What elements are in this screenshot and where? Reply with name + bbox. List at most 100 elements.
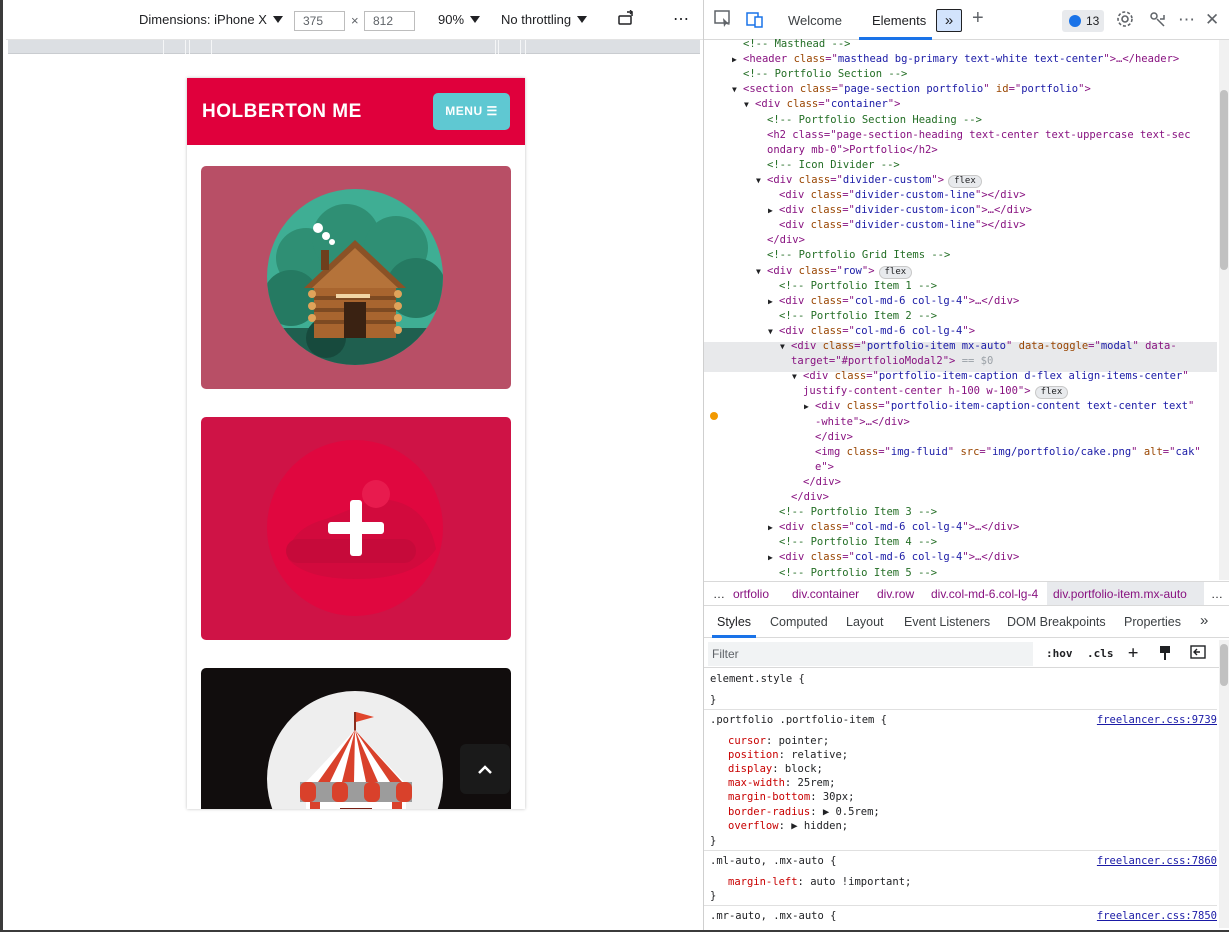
more-tabs-button[interactable]: » bbox=[936, 9, 962, 32]
dom-node[interactable]: ▶ <div class="col-md-6 col-lg-4">…</div> bbox=[768, 550, 1217, 565]
rule-selector[interactable]: .mr-auto, .mx-auto { bbox=[710, 909, 836, 923]
expand-arrow-icon[interactable]: ▶ bbox=[768, 550, 773, 565]
close-icon[interactable]: ✕ bbox=[1205, 10, 1219, 30]
dom-node[interactable]: ▼ <div class="col-md-6 col-lg-4"> bbox=[768, 324, 1217, 339]
dom-node[interactable]: target="#portfolioModal2"> == $0 bbox=[791, 354, 1217, 369]
expand-arrow-icon[interactable]: ▼ bbox=[780, 339, 785, 354]
css-declaration[interactable]: margin-bottom: 30px; bbox=[728, 790, 854, 804]
dom-comment-node[interactable]: <!-- Portfolio Grid Items --> bbox=[767, 248, 1217, 263]
dom-node[interactable]: ▼ <div class="row"> flex bbox=[756, 264, 1217, 279]
dom-node[interactable]: ▶ <div class="col-md-6 col-lg-4">…</div> bbox=[768, 520, 1217, 535]
css-declaration[interactable]: border-radius: ▶ 0.5rem; bbox=[728, 805, 880, 819]
dom-node[interactable]: ▼ <div class="container"> bbox=[744, 97, 1217, 112]
toggle-sidebar-icon[interactable] bbox=[1190, 645, 1206, 662]
height-input[interactable]: 812 bbox=[364, 11, 415, 31]
styles-filter-input[interactable]: Filter bbox=[708, 642, 1033, 666]
dom-comment-node[interactable]: <!-- Portfolio Item 2 --> bbox=[779, 309, 1217, 324]
rule-source-link[interactable]: freelancer.css:9739 bbox=[1097, 713, 1217, 727]
dom-comment-node[interactable]: <!-- Portfolio Item 1 --> bbox=[779, 279, 1217, 294]
dom-node[interactable]: </div> bbox=[803, 475, 1217, 490]
breadcrumb-item-selected[interactable]: div.portfolio-item.mx-auto bbox=[1053, 587, 1187, 601]
tab-properties[interactable]: Properties bbox=[1124, 615, 1181, 629]
media-query-ruler[interactable] bbox=[8, 40, 700, 54]
expand-arrow-icon[interactable]: ▼ bbox=[756, 173, 761, 188]
dom-node[interactable]: justify-content-center h-100 w-100"> flex bbox=[803, 384, 1217, 400]
dom-comment-node[interactable]: <!-- Portfolio Section --> bbox=[743, 67, 1217, 82]
dom-node[interactable]: ▶ <div class="divider-custom-icon">…</div… bbox=[768, 203, 1217, 218]
expand-arrow-icon[interactable]: ▼ bbox=[792, 369, 797, 384]
site-brand[interactable]: HOLBERTON ME bbox=[202, 101, 362, 123]
dom-node[interactable]: ▶ <div class="portfolio-item-caption-cont… bbox=[804, 399, 1217, 414]
rule-source-link[interactable]: freelancer.css:7850 bbox=[1097, 909, 1217, 923]
breadcrumb-item[interactable]: div.row bbox=[877, 587, 914, 601]
dom-node[interactable]: </div> bbox=[815, 430, 1217, 445]
dom-node[interactable]: </div> bbox=[791, 490, 1217, 505]
rule-selector[interactable]: .ml-auto, .mx-auto { bbox=[710, 854, 836, 868]
device-more-button[interactable]: ⋯ bbox=[673, 9, 689, 29]
rule-selector[interactable]: .portfolio .portfolio-item { bbox=[710, 713, 887, 727]
customize-icon[interactable] bbox=[1148, 10, 1166, 33]
dom-node[interactable]: ▼ <div class="portfolio-item mx-auto" dat… bbox=[780, 339, 1217, 354]
hov-toggle[interactable]: :hov bbox=[1046, 647, 1073, 660]
dom-node[interactable]: -white">…</div> bbox=[815, 415, 1217, 430]
dom-comment-node[interactable]: <!-- Portfolio Item 4 --> bbox=[779, 535, 1217, 550]
dom-node[interactable]: ondary mb-0">Portfolio</h2> bbox=[767, 143, 1217, 158]
menu-button[interactable]: MENU ☰ bbox=[433, 93, 510, 130]
add-tab-button[interactable]: + bbox=[972, 8, 984, 28]
dom-tree[interactable]: <!-- Masthead --> ▶ <header class="masthea… bbox=[704, 36, 1217, 580]
width-input[interactable]: 375 bbox=[294, 11, 345, 31]
tab-welcome[interactable]: Welcome bbox=[788, 13, 842, 28]
portfolio-item-cake[interactable] bbox=[201, 417, 511, 640]
flex-badge[interactable]: flex bbox=[1034, 386, 1069, 400]
throttling-select[interactable]: No throttling bbox=[501, 12, 588, 27]
cls-toggle[interactable]: .cls bbox=[1087, 647, 1114, 660]
tab-styles[interactable]: Styles bbox=[717, 615, 751, 629]
dom-node[interactable]: <div class="divider-custom-line"></div> bbox=[779, 218, 1217, 233]
paint-icon[interactable] bbox=[1158, 645, 1172, 664]
dom-comment-node[interactable]: <!-- Portfolio Item 5 --> bbox=[779, 566, 1217, 581]
tab-computed[interactable]: Computed bbox=[770, 615, 828, 629]
breadcrumb-scroll-right[interactable]: … bbox=[1211, 587, 1223, 601]
flex-badge[interactable]: flex bbox=[878, 265, 913, 279]
expand-arrow-icon[interactable]: ▼ bbox=[756, 264, 761, 279]
tab-dom-breakpoints[interactable]: DOM Breakpoints bbox=[1007, 615, 1106, 629]
zoom-select[interactable]: 90% bbox=[438, 12, 481, 27]
dom-node[interactable]: ▼ <section class="page-section portfolio"… bbox=[732, 82, 1217, 97]
flex-badge[interactable]: flex bbox=[948, 174, 982, 188]
tab-layout[interactable]: Layout bbox=[846, 615, 884, 629]
dom-comment-node[interactable]: <!-- Portfolio Item 3 --> bbox=[779, 505, 1217, 520]
expand-arrow-icon[interactable]: ▼ bbox=[768, 324, 773, 339]
dom-node[interactable]: ▼ <div class="portfolio-item-caption d-fl… bbox=[792, 369, 1217, 384]
expand-arrow-icon[interactable]: ▼ bbox=[732, 82, 737, 97]
scroll-to-top-button[interactable] bbox=[460, 744, 510, 794]
expand-arrow-icon[interactable]: ▶ bbox=[804, 399, 809, 414]
expand-arrow-icon[interactable]: ▶ bbox=[768, 294, 773, 309]
dom-node[interactable]: </div> bbox=[767, 233, 1217, 248]
dom-node[interactable]: ▼ <div class="divider-custom"> flex bbox=[756, 173, 1217, 188]
portfolio-item-cabin[interactable] bbox=[201, 166, 511, 389]
dom-node[interactable]: ▶ <header class="masthead bg-primary text… bbox=[732, 52, 1217, 67]
rule-source-link[interactable]: freelancer.css:7860 bbox=[1097, 854, 1217, 868]
css-declaration[interactable]: overflow: ▶ hidden; bbox=[728, 819, 848, 833]
device-dimensions-select[interactable]: Dimensions: iPhone X bbox=[139, 12, 283, 27]
new-style-rule-button[interactable]: + bbox=[1128, 643, 1138, 663]
dom-comment-node[interactable]: <!-- Portfolio Section Heading --> bbox=[767, 113, 1217, 128]
tab-event-listeners[interactable]: Event Listeners bbox=[904, 615, 990, 629]
expand-arrow-icon[interactable]: ▶ bbox=[768, 520, 773, 535]
css-declaration[interactable]: cursor: pointer; bbox=[728, 734, 829, 748]
css-declaration[interactable]: position: relative; bbox=[728, 748, 848, 762]
dom-node[interactable]: e"> bbox=[815, 460, 1217, 475]
dom-node[interactable]: <div class="divider-custom-line"></div> bbox=[779, 188, 1217, 203]
dom-scrollbar[interactable] bbox=[1219, 40, 1229, 580]
styles-more-tabs-button[interactable]: » bbox=[1200, 612, 1208, 629]
tab-elements[interactable]: Elements bbox=[872, 13, 926, 28]
breadcrumb-item[interactable]: div.container bbox=[792, 587, 859, 601]
css-declaration[interactable]: max-width: 25rem; bbox=[728, 776, 835, 790]
issues-counter[interactable]: 13 bbox=[1062, 10, 1104, 32]
breadcrumb-item[interactable]: ortfolio bbox=[733, 587, 769, 601]
expand-arrow-icon[interactable]: ▶ bbox=[768, 203, 773, 218]
expand-arrow-icon[interactable]: ▶ bbox=[732, 52, 737, 67]
element-style-selector[interactable]: element.style { bbox=[710, 672, 805, 686]
device-toggle-icon[interactable] bbox=[746, 10, 764, 33]
styles-scrollbar[interactable] bbox=[1219, 640, 1229, 928]
